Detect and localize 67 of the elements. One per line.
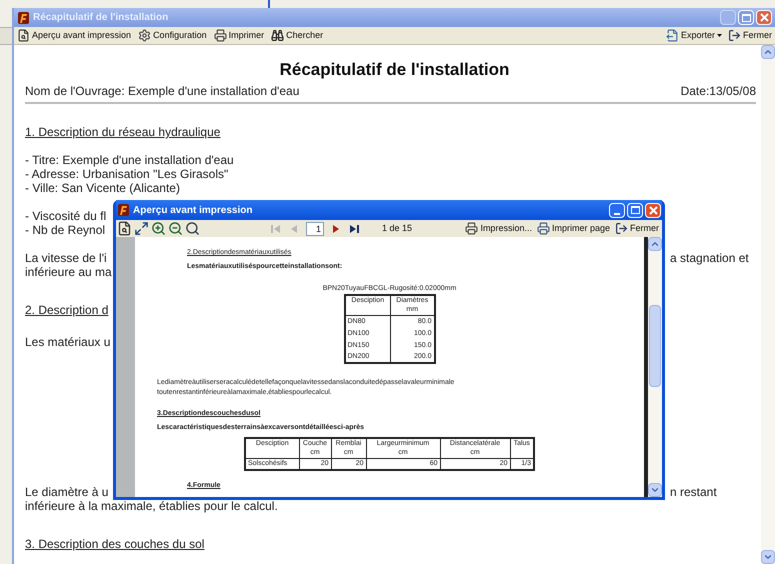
toolbar-button[interactable]: Chercher <box>271 28 324 42</box>
text-line: - Titre: Exemple d'une installation d'eau <box>25 153 234 167</box>
search-icon[interactable] <box>185 221 200 236</box>
toolbar-button[interactable]: Fermer <box>728 28 772 42</box>
window-title: Aperçu avant impression <box>133 204 252 218</box>
app-logo-icon <box>17 10 30 24</box>
toolbar-button[interactable]: Exporter <box>666 28 722 42</box>
page-number-field[interactable]: 1 <box>306 222 324 236</box>
toolbar-button[interactable]: Imprimer <box>214 28 264 42</box>
text-line: - Adresse: Urbanisation "Les Girasols" <box>25 167 228 181</box>
section-heading: 1. Description du réseau hydraulique <box>25 125 220 139</box>
toolbar-button[interactable]: Aperçu avant impression <box>17 28 132 42</box>
zoom-in-icon[interactable] <box>151 221 166 236</box>
section-heading: 3. Description des couches du sol <box>25 537 204 551</box>
scroll-down-button[interactable] <box>761 550 775 564</box>
page-setup-icon[interactable] <box>117 221 132 236</box>
window-title: Récapitulatif de l'installation <box>33 11 168 25</box>
text-line: inférieure à la maximale, établies pour le calcul. <box>25 499 278 513</box>
chevron-down-icon <box>763 552 773 562</box>
toolbar-button[interactable]: Configuration <box>138 28 207 42</box>
close-button[interactable] <box>756 10 772 25</box>
toolbar-button[interactable]: Impression... <box>465 222 532 236</box>
exit-door-icon <box>615 222 628 235</box>
work-name: Nom de l'Ouvrage: Exemple d'une installation d'eau <box>25 84 300 98</box>
export-icon <box>666 29 679 42</box>
text-line: - Ville: San Vicente (Alicante) <box>25 181 180 195</box>
fit-page-icon[interactable] <box>134 221 149 236</box>
close-icon <box>648 206 658 214</box>
text-line: - Viscosité du fl <box>25 209 106 223</box>
printer-icon <box>536 222 550 235</box>
text-line: n restant <box>670 485 718 499</box>
background-window-toolbar <box>0 27 12 45</box>
binoculars-icon <box>271 29 284 42</box>
report-date: Date:13/05/08 <box>680 84 756 98</box>
text-line: inférieure au ma <box>25 265 112 279</box>
close-icon <box>760 13 768 22</box>
toolbar-button[interactable]: Fermer <box>615 222 659 236</box>
scroll-up-button[interactable] <box>648 237 662 251</box>
caret-icon <box>717 34 722 37</box>
page-preview-icon <box>17 29 30 42</box>
toolbar-button[interactable]: Imprimer page <box>536 222 610 236</box>
maximize-button[interactable] <box>627 202 643 218</box>
app-logo-icon <box>117 203 130 217</box>
section-heading: 2. Description d <box>25 303 108 317</box>
text-line: La vitesse de l'i <box>25 251 107 265</box>
text-line: - Nb de Reynol <box>25 223 106 237</box>
exit-door-icon <box>728 29 741 42</box>
scroll-thumb[interactable] <box>649 305 661 387</box>
scroll-up-button[interactable] <box>761 45 775 59</box>
zoom-out-icon[interactable] <box>168 221 183 236</box>
text-line: Les matériaux u <box>25 335 110 349</box>
chevron-up-icon <box>650 239 660 249</box>
printer-icon <box>214 29 227 42</box>
text-line: Le diamètre à u <box>25 485 108 499</box>
scrollbar[interactable] <box>761 45 775 564</box>
chevron-down-icon <box>650 485 660 495</box>
close-button[interactable] <box>645 202 661 218</box>
scroll-down-button[interactable] <box>648 483 662 497</box>
printer-icon <box>465 222 478 235</box>
page-count: 1 de 15 <box>382 222 412 235</box>
report-title: Récapitulatif de l'installation <box>278 60 510 80</box>
scrollbar[interactable] <box>648 237 662 497</box>
text-line: a stagnation et <box>670 251 750 265</box>
gear-icon <box>138 29 152 42</box>
last-page-icon[interactable] <box>348 222 360 234</box>
maximize-button[interactable] <box>738 10 754 25</box>
chevron-up-icon <box>763 47 773 57</box>
